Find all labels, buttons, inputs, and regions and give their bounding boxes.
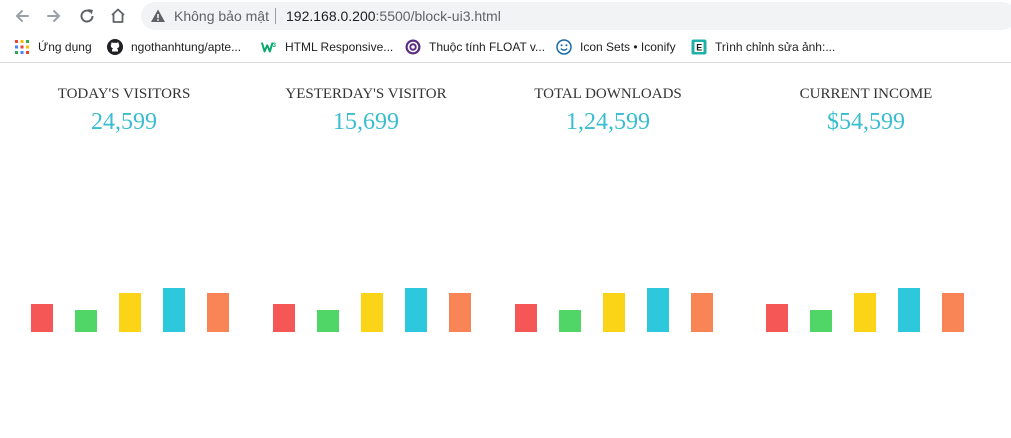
bookmark-label: Trình chỉnh sửa ảnh:... xyxy=(715,40,836,54)
decorative-bar xyxy=(766,304,788,332)
decorative-bar xyxy=(207,293,229,332)
decorative-bar xyxy=(317,310,339,332)
bar-group-income xyxy=(766,280,966,332)
bookmark-github[interactable]: ngothanhtung/apte... xyxy=(107,37,241,57)
bookmark-photo-editor[interactable]: E Trình chỉnh sửa ảnh:... xyxy=(691,37,835,57)
stat-value: $54,599 xyxy=(827,109,905,135)
bar-group-visitors xyxy=(31,280,231,332)
address-bar[interactable]: Không bảo mật 192.168.0.200:5500/block-u… xyxy=(141,2,1011,30)
url-path: :5500/block-ui3.html xyxy=(375,8,501,24)
at-sign-icon xyxy=(405,39,421,55)
bookmark-apps[interactable]: Ứng dụng xyxy=(14,37,92,57)
stat-label: TODAY'S VISITORS xyxy=(57,86,191,102)
decorative-bar xyxy=(449,293,471,332)
forward-button[interactable] xyxy=(42,4,66,28)
decorative-bar xyxy=(559,310,581,332)
reload-button[interactable] xyxy=(75,4,99,28)
bookmark-float[interactable]: Thuộc tính FLOAT v... xyxy=(405,37,545,57)
reload-icon xyxy=(80,9,94,23)
w3-icon: 3 xyxy=(261,39,277,55)
stat-label: CURRENT INCOME xyxy=(799,86,933,102)
decorative-bar xyxy=(942,293,964,332)
decorative-bar xyxy=(691,293,713,332)
browser-toolbar: Không bảo mật 192.168.0.200:5500/block-u… xyxy=(0,0,1011,32)
decorative-bar xyxy=(515,304,537,332)
bookmark-label: Icon Sets • Iconify xyxy=(580,40,676,54)
home-icon xyxy=(111,8,125,23)
decorative-bar xyxy=(361,293,383,332)
bookmarks-bar: Ứng dụng ngothanhtung/apte... 3 HTML Res… xyxy=(0,32,1011,63)
url-host: 192.168.0.200 xyxy=(286,8,376,24)
stat-todays-visitors: TODAY'S VISITORS 24,599 xyxy=(22,86,226,136)
bookmark-iconify[interactable]: Icon Sets • Iconify xyxy=(556,37,676,57)
decorative-bar xyxy=(273,304,295,332)
decorative-bar xyxy=(75,310,97,332)
svg-text:E: E xyxy=(696,43,702,53)
bookmark-label: ngothanhtung/apte... xyxy=(131,40,242,54)
bar-group-yesterday xyxy=(273,280,473,332)
bookmark-label: Thuộc tính FLOAT v... xyxy=(429,40,546,54)
security-status[interactable]: Không bảo mật xyxy=(174,8,269,24)
bookmark-label: Ứng dụng xyxy=(38,40,92,54)
stat-label: TOTAL DOWNLOADS xyxy=(534,86,682,102)
url-text[interactable]: 192.168.0.200:5500/block-ui3.html xyxy=(286,8,501,24)
decorative-bar xyxy=(647,288,669,332)
decorative-bar xyxy=(810,310,832,332)
stat-value: 24,599 xyxy=(91,109,157,135)
warning-icon xyxy=(151,9,165,22)
apps-grid-icon xyxy=(14,39,30,55)
decorative-bar xyxy=(119,293,141,332)
github-icon xyxy=(107,39,123,55)
decorative-bar xyxy=(163,288,185,332)
decorative-bar xyxy=(31,304,53,332)
omnibox-divider xyxy=(275,8,276,24)
back-button[interactable] xyxy=(10,4,34,28)
decorative-bar xyxy=(854,293,876,332)
stat-current-income: CURRENT INCOME $54,599 xyxy=(764,86,968,136)
stat-value: 1,24,599 xyxy=(566,109,650,135)
decorative-bar xyxy=(405,288,427,332)
bar-group-downloads xyxy=(515,280,715,332)
stat-label: YESTERDAY'S VISITOR xyxy=(285,86,447,102)
editor-e-icon: E xyxy=(691,39,707,55)
stat-total-downloads: TOTAL DOWNLOADS 1,24,599 xyxy=(506,86,710,136)
bookmark-html-responsive[interactable]: 3 HTML Responsive... xyxy=(261,37,393,57)
arrow-left-icon xyxy=(15,10,29,22)
stat-yesterdays-visitor: YESTERDAY'S VISITOR 15,699 xyxy=(264,86,468,136)
stat-value: 15,699 xyxy=(333,109,399,135)
decorative-bar xyxy=(603,293,625,332)
home-button[interactable] xyxy=(106,4,130,28)
smiley-icon xyxy=(556,39,572,55)
decorative-bar xyxy=(898,288,920,332)
svg-text:3: 3 xyxy=(273,42,277,49)
bookmark-label: HTML Responsive... xyxy=(285,40,394,54)
arrow-right-icon xyxy=(47,10,61,22)
